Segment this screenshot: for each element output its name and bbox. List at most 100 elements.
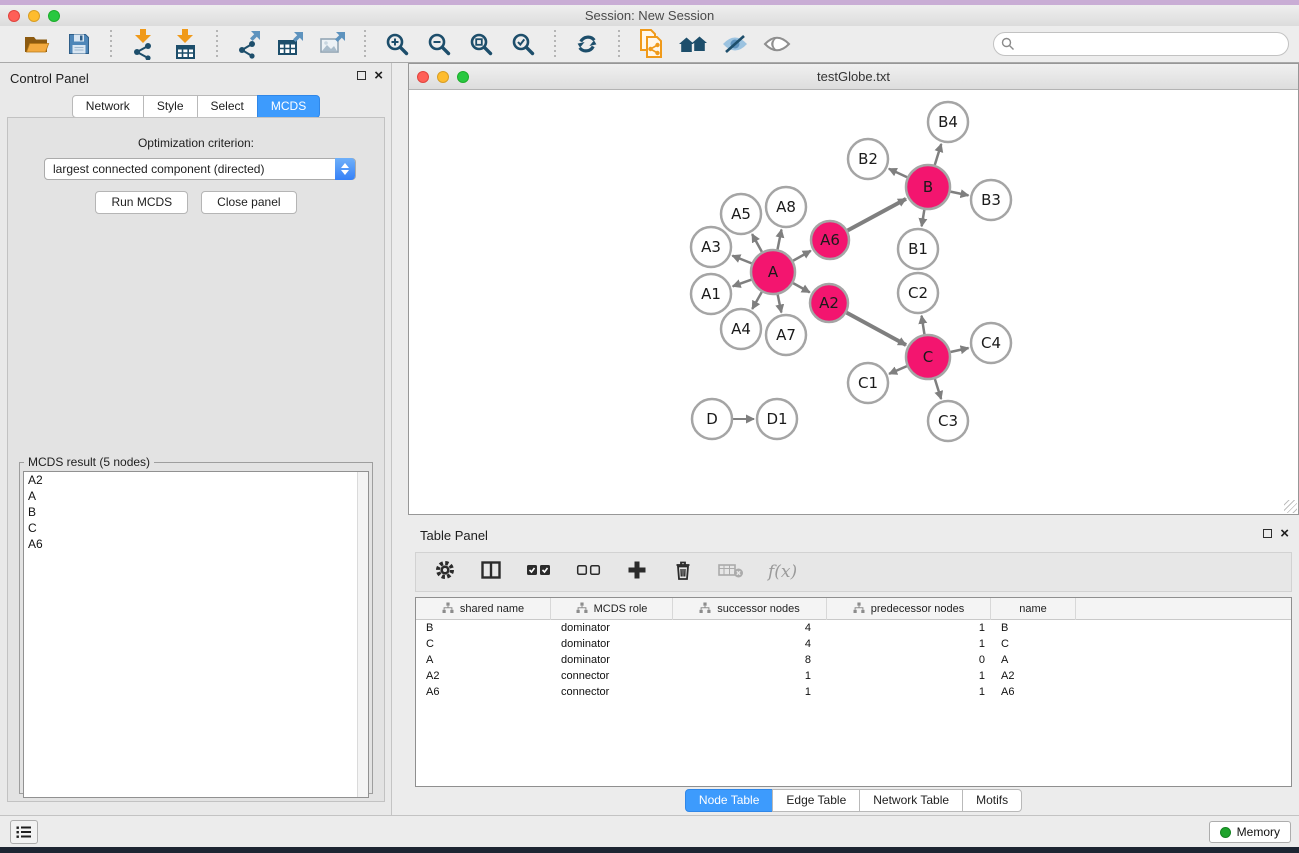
mcds-result-item[interactable]: B xyxy=(24,504,368,520)
table-row[interactable]: Cdominator41C xyxy=(416,636,1291,652)
graph-node-B4[interactable]: B4 xyxy=(928,102,968,142)
edge-A-A8 xyxy=(778,230,782,250)
function-builder-icon: f(x) xyxy=(768,562,797,582)
resize-grip-icon[interactable] xyxy=(1284,500,1297,513)
network-graph: B4 B2 B B3 A8A5 A6 A3 B1 A C2 A1 A2 A4A7 C4 C C1 C3 D D1 xyxy=(409,90,1298,514)
tab-motifs[interactable]: Motifs xyxy=(962,789,1022,812)
close-panel-button[interactable]: Close panel xyxy=(201,191,296,214)
task-history-button[interactable] xyxy=(10,820,38,844)
settings-gear-icon[interactable] xyxy=(434,559,456,586)
delete-row-trash-icon[interactable] xyxy=(672,559,694,586)
export-table-icon[interactable] xyxy=(275,29,307,59)
graph-node-C2[interactable]: C2 xyxy=(898,273,938,313)
edge-A2-C xyxy=(847,313,906,345)
tab-network-table[interactable]: Network Table xyxy=(859,789,963,812)
graph-node-A1[interactable]: A1 xyxy=(691,274,731,314)
graph-node-A8[interactable]: A8 xyxy=(766,187,806,227)
column-header-mcds-role[interactable]: MCDS role xyxy=(551,598,673,620)
minimize-window-button[interactable] xyxy=(28,10,40,22)
graph-node-label: B4 xyxy=(938,113,958,131)
table-header-row: shared nameMCDS rolesuccessor nodesprede… xyxy=(416,598,1291,620)
graph-node-A5[interactable]: A5 xyxy=(721,194,761,234)
graph-node-B2[interactable]: B2 xyxy=(848,139,888,179)
export-image-icon[interactable] xyxy=(317,29,349,59)
open-icon[interactable] xyxy=(21,29,53,59)
tab-select[interactable]: Select xyxy=(197,95,258,118)
tab-mcds[interactable]: MCDS xyxy=(257,95,320,118)
graph-node-D[interactable]: D xyxy=(692,399,732,439)
show-columns-icon[interactable] xyxy=(480,559,502,586)
column-header-name[interactable]: name xyxy=(991,598,1076,620)
column-header-predecessor-nodes[interactable]: predecessor nodes xyxy=(827,598,991,620)
window-titlebar: Session: New Session xyxy=(0,5,1299,26)
refresh-icon[interactable] xyxy=(571,29,603,59)
tab-node-table[interactable]: Node Table xyxy=(685,789,774,812)
toolbar-separator xyxy=(554,30,556,58)
memory-button[interactable]: Memory xyxy=(1209,821,1291,843)
graph-node-A2[interactable]: A2 xyxy=(810,284,848,322)
close-panel-icon[interactable]: × xyxy=(374,70,383,81)
scrollbar-track[interactable] xyxy=(357,472,368,797)
search-input[interactable] xyxy=(993,32,1289,56)
float-table-panel-icon[interactable] xyxy=(1263,529,1272,538)
duplicate-network-icon[interactable] xyxy=(635,29,667,59)
zoom-window-button[interactable] xyxy=(48,10,60,22)
tab-network[interactable]: Network xyxy=(72,95,144,118)
graph-node-C3[interactable]: C3 xyxy=(928,401,968,441)
tab-edge-table[interactable]: Edge Table xyxy=(772,789,860,812)
graph-node-C1[interactable]: C1 xyxy=(848,363,888,403)
graph-node-A7[interactable]: A7 xyxy=(766,315,806,355)
zoom-in-icon[interactable] xyxy=(381,29,413,59)
close-table-panel-icon[interactable]: × xyxy=(1280,528,1289,539)
table-row[interactable]: A6connector11A6 xyxy=(416,684,1291,700)
zoom-out-icon[interactable] xyxy=(423,29,455,59)
show-eye-icon[interactable] xyxy=(761,29,793,59)
column-header-shared-name[interactable]: shared name xyxy=(416,598,551,620)
import-table-icon[interactable] xyxy=(169,29,201,59)
minimize-network-button[interactable] xyxy=(437,71,449,83)
shared-column-icon xyxy=(853,602,865,617)
graph-node-label: B1 xyxy=(908,240,928,258)
memory-status-dot xyxy=(1220,827,1231,838)
zoom-fit-icon[interactable] xyxy=(465,29,497,59)
graph-node-C4[interactable]: C4 xyxy=(971,323,1011,363)
export-network-icon[interactable] xyxy=(233,29,265,59)
mcds-result-item[interactable]: C xyxy=(24,520,368,536)
run-mcds-button[interactable]: Run MCDS xyxy=(95,191,188,214)
float-panel-icon[interactable] xyxy=(357,71,366,80)
graph-node-B3[interactable]: B3 xyxy=(971,180,1011,220)
close-network-button[interactable] xyxy=(417,71,429,83)
table-row[interactable]: A2connector11A2 xyxy=(416,668,1291,684)
graph-node-A6[interactable]: A6 xyxy=(811,221,849,259)
table-row[interactable]: Adominator80A xyxy=(416,652,1291,668)
node-table: shared nameMCDS rolesuccessor nodesprede… xyxy=(415,597,1292,787)
graph-node-A3[interactable]: A3 xyxy=(691,227,731,267)
zoom-selected-icon[interactable] xyxy=(507,29,539,59)
edge-B-B3 xyxy=(951,192,969,196)
mcds-result-item[interactable]: A2 xyxy=(24,472,368,488)
graph-node-D1[interactable]: D1 xyxy=(757,399,797,439)
graph-node-B[interactable]: B xyxy=(906,165,950,209)
select-all-columns-icon[interactable] xyxy=(526,563,552,582)
graph-node-A4[interactable]: A4 xyxy=(721,309,761,349)
home-icon[interactable] xyxy=(677,29,709,59)
table-row[interactable]: Bdominator41B xyxy=(416,620,1291,636)
zoom-network-button[interactable] xyxy=(457,71,469,83)
add-row-plus-icon[interactable] xyxy=(626,559,648,586)
column-header-successor-nodes[interactable]: successor nodes xyxy=(673,598,827,620)
mcds-result-item[interactable]: A xyxy=(24,488,368,504)
graph-node-A[interactable]: A xyxy=(751,250,795,294)
network-canvas[interactable]: B4 B2 B B3 A8A5 A6 A3 B1 A C2 A1 A2 A4A7 C4 C C1 C3 D D1 xyxy=(409,90,1298,514)
hide-unselected-eye-icon[interactable] xyxy=(719,29,751,59)
close-window-button[interactable] xyxy=(8,10,20,22)
tab-style[interactable]: Style xyxy=(143,95,198,118)
graph-node-C[interactable]: C xyxy=(906,335,950,379)
import-network-icon[interactable] xyxy=(127,29,159,59)
save-icon[interactable] xyxy=(63,29,95,59)
mcds-result-list[interactable]: A2ABCA6 xyxy=(23,471,369,798)
unselect-all-columns-icon[interactable] xyxy=(576,563,602,582)
graph-node-B1[interactable]: B1 xyxy=(898,229,938,269)
optimization-criterion-select[interactable]: largest connected component (directed) xyxy=(44,158,356,180)
table-panel-header: Table Panel × xyxy=(408,520,1299,550)
mcds-result-item[interactable]: A6 xyxy=(24,536,368,552)
